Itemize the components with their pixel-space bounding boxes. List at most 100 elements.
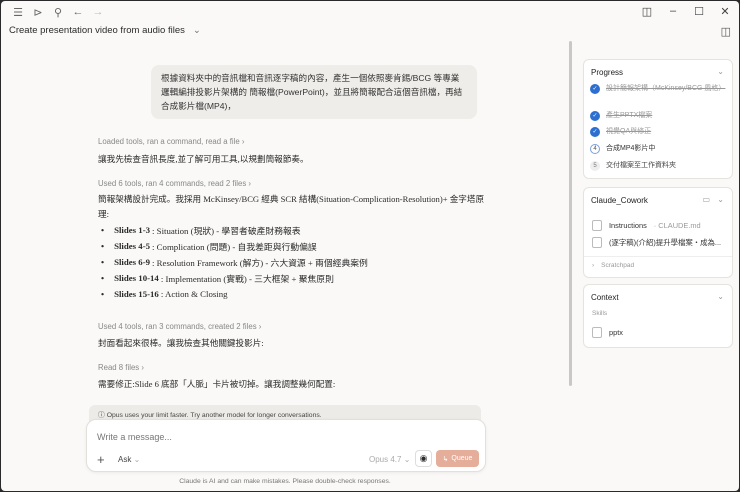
progress-item: 5 交付檔案至工作資料夾 xyxy=(590,161,725,171)
skill-name: pptx xyxy=(609,328,623,337)
skills-label: Skills xyxy=(592,310,608,317)
progress-text: 設計簡報架構（McKinsey/BCG 風格） xyxy=(606,85,726,92)
queue-button[interactable]: ↳ Queue xyxy=(436,450,479,467)
slide-desc: : Situation (現狀) - 學習者破產財務報表 xyxy=(152,225,301,236)
file-name: (逐字稿)(介紹)提升學檔案・成為... xyxy=(609,238,722,247)
tool-summary-text: Read 8 files xyxy=(98,363,140,372)
list-item: Slides 15-16: Action & Closing xyxy=(101,286,368,302)
file-name: Instructions xyxy=(609,221,647,230)
mode-label: Ask xyxy=(118,455,132,464)
tool-summary[interactable]: Used 4 tools, ran 3 commands, created 2 … xyxy=(98,322,261,331)
tool-summary[interactable]: Used 6 tools, ran 4 commands, read 2 fil… xyxy=(98,179,251,188)
file-item[interactable]: (逐字稿)(介紹)提升學檔案・成為... xyxy=(592,237,730,248)
minimize-button[interactable]: – xyxy=(663,1,683,21)
slide-desc: : Resolution Framework (解方) - 六大資源 + 兩個經… xyxy=(152,257,368,268)
user-message: 根據資料夾中的音訊檔和音訊逐字稿的內容，產生一個依照麥肯錫/BCG 等專業邏輯編… xyxy=(151,65,477,119)
scratchpad-toggle[interactable]: › Scratchpad xyxy=(592,262,730,269)
progress-title: Progress xyxy=(591,68,624,77)
chevron-right-icon: › xyxy=(592,262,595,269)
panel-toggle-icon[interactable]: ◫ xyxy=(721,25,731,38)
assistant-text: 需要修正:Slide 6 底部「人脈」卡片被切掉。讓我調整幾何配置: xyxy=(98,379,336,389)
assistant-text: 讓我先檢查音訊長度,並了解可用工具,以規劃簡報節奏。 xyxy=(98,154,309,164)
file-item[interactable]: Instructions · CLAUDE.md xyxy=(592,220,730,231)
skill-icon xyxy=(592,327,602,338)
plus-icon[interactable]: + xyxy=(97,452,105,467)
tool-summary-text: Used 6 tools, ran 4 commands, read 2 fil… xyxy=(98,179,247,188)
divider xyxy=(584,256,732,257)
slide-range: Slides 4-5 xyxy=(114,241,151,251)
queue-label: Queue xyxy=(451,455,473,462)
info-icon: ⓘ xyxy=(98,412,107,419)
tool-summary-text: Loaded tools, ran a command, read a file xyxy=(98,137,240,146)
slide-range: Slides 6-9 xyxy=(114,257,151,267)
skill-item[interactable]: pptx xyxy=(592,327,730,338)
slide-desc: : Action & Closing xyxy=(160,289,228,299)
tool-summary[interactable]: Loaded tools, ran a command, read a file… xyxy=(98,137,245,146)
message-input[interactable]: Write a message... xyxy=(97,432,172,442)
menu-icon[interactable]: ☰ xyxy=(9,3,27,21)
slide-desc: : Complication (問題) - 自我差距與行動偏誤 xyxy=(152,241,317,252)
folder-card: Claude_Cowork ▭ ⌄ Instructions · CLAUDE.m… xyxy=(583,187,733,278)
progress-text: 視覺QA與修正 xyxy=(606,128,652,135)
context-card: Context ⌄ Skills pptx xyxy=(583,284,733,348)
progress-text: 合成MP4影片中 xyxy=(606,145,656,152)
title-bar: ☰ ⊳ ⚲ ← → ◫ – ☐ ✕ xyxy=(1,1,739,23)
app-window: ☰ ⊳ ⚲ ← → ◫ – ☐ ✕ Create presentation vi… xyxy=(1,1,739,491)
scratchpad-label: Scratchpad xyxy=(601,262,635,269)
maximize-button[interactable]: ☐ xyxy=(689,1,709,21)
mode-select[interactable]: Ask ⌄ xyxy=(118,455,140,464)
assistant-text: 簡報架構設計完成。我採用 McKinsey/BCG 經典 SCR 結構(Situ… xyxy=(98,194,485,219)
slides-list: Slides 1-3: Situation (現狀) - 學習者破產財務報表 S… xyxy=(101,222,368,302)
folder-icon[interactable]: ▭ xyxy=(702,195,710,204)
conversation-header[interactable]: Create presentation video from audio fil… xyxy=(9,25,201,36)
list-item: Slides 1-3: Situation (現狀) - 學習者破產財務報表 xyxy=(101,222,368,238)
progress-item: ✓ 產生PPTX檔案 xyxy=(590,111,725,121)
step-number: 4 xyxy=(590,144,600,154)
progress-text: 交付檔案至工作資料夾 xyxy=(606,162,676,169)
tool-summary-text: Used 4 tools, ran 3 commands, created 2 … xyxy=(98,322,257,331)
forward-arrow-icon[interactable]: → xyxy=(89,3,107,21)
record-icon[interactable]: ◉ xyxy=(415,450,432,467)
return-icon: ↳ xyxy=(442,455,449,463)
file-icon xyxy=(592,237,602,248)
list-item: Slides 10-14: Implementation (實戰) - 三大框架… xyxy=(101,270,368,286)
list-item: Slides 4-5: Complication (問題) - 自我差距與行動偏… xyxy=(101,238,368,254)
model-select[interactable]: Opus 4.7 ⌄ xyxy=(369,455,410,464)
slide-range: Slides 15-16 xyxy=(114,289,159,299)
conversation-title[interactable]: Create presentation video from audio fil… xyxy=(9,25,185,36)
tool-summary[interactable]: Read 8 files › xyxy=(98,363,144,372)
check-icon: ✓ xyxy=(590,84,600,94)
list-item: Slides 6-9: Resolution Framework (解方) - … xyxy=(101,254,368,270)
sidebar-icon[interactable]: ⊳ xyxy=(29,3,47,21)
scrollbar[interactable] xyxy=(569,41,572,386)
progress-item: ✓ 視覺QA與修正 xyxy=(590,127,725,137)
chevron-down-icon[interactable]: ⌄ xyxy=(717,195,724,204)
notice-text: Opus uses your limit faster. Try another… xyxy=(106,412,322,419)
chevron-down-icon[interactable]: ⌄ xyxy=(193,25,201,36)
slide-range: Slides 10-14 xyxy=(114,273,159,283)
slide-range: Slides 1-3 xyxy=(114,225,151,235)
slide-desc: : Implementation (實戰) - 三大框架 + 聚焦原則 xyxy=(160,273,334,284)
file-icon xyxy=(592,220,602,231)
progress-text: 產生PPTX檔案 xyxy=(606,112,653,119)
split-view-icon[interactable]: ◫ xyxy=(637,1,657,21)
file-sub: · CLAUDE.md xyxy=(653,221,701,230)
step-number: 5 xyxy=(590,161,600,171)
check-icon: ✓ xyxy=(590,111,600,121)
assistant-text: 封面看起來很棒。讓我檢查其他關鍵投影片: xyxy=(98,338,264,348)
search-icon[interactable]: ⚲ xyxy=(49,3,67,21)
progress-item: ✓ 設計簡報架構（McKinsey/BCG 風格） xyxy=(590,84,725,94)
chat-area: 根據資料夾中的音訊檔和音訊逐字稿的內容，產生一個依照麥肯錫/BCG 等專業邏輯編… xyxy=(1,41,569,491)
chevron-down-icon[interactable]: ⌄ xyxy=(717,67,724,76)
progress-card: Progress ⌄ ✓ 設計簡報架構（McKinsey/BCG 風格） ✓ 產生P… xyxy=(583,59,733,179)
chevron-down-icon[interactable]: ⌄ xyxy=(717,292,724,301)
close-button[interactable]: ✕ xyxy=(715,1,735,21)
disclaimer: Claude is AI and can make mistakes. Plea… xyxy=(179,478,391,485)
context-title: Context xyxy=(591,293,619,302)
folder-title: Claude_Cowork xyxy=(591,196,648,205)
message-composer: Write a message... + Ask ⌄ Opus 4.7 ⌄ ◉ … xyxy=(86,419,486,472)
check-icon: ✓ xyxy=(590,127,600,137)
progress-item: 4 合成MP4影片中 xyxy=(590,144,725,154)
model-label: Opus 4.7 xyxy=(369,455,402,464)
back-arrow-icon[interactable]: ← xyxy=(69,3,87,21)
